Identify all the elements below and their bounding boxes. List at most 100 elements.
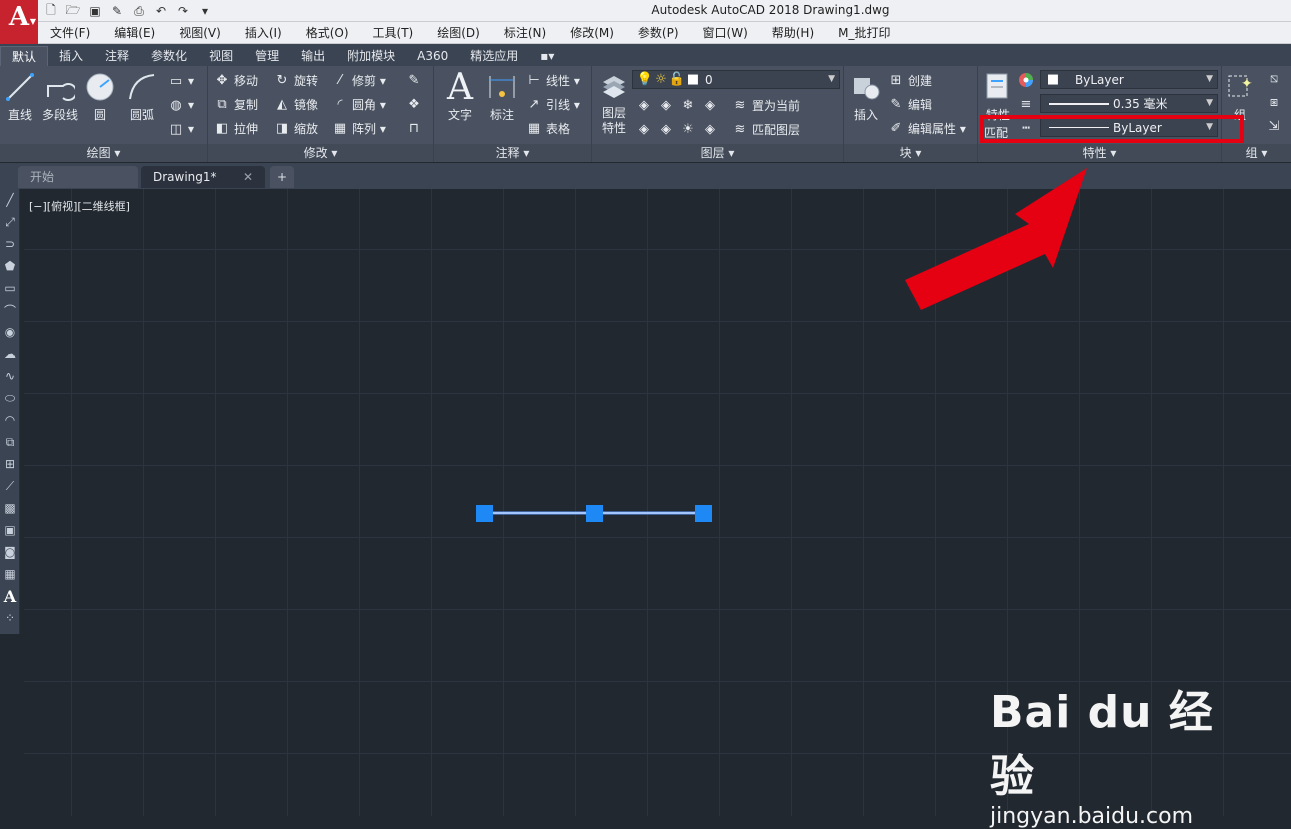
ellipse-arc-icon[interactable]: ◠ [0,409,20,431]
xline-icon[interactable]: ⤢ [0,211,20,233]
selected-line-object[interactable] [470,500,720,528]
create-block-button[interactable]: ⊞ 创建 [888,69,932,91]
application-menu-button[interactable]: A ▼ [0,0,38,44]
panel-modify-title[interactable]: 修改 ▾ [208,144,433,162]
polyline-button[interactable]: 多段线 [38,70,82,123]
circle-icon[interactable]: ◉ [0,321,20,343]
explode-button[interactable]: ❖ [406,93,422,115]
menu-draw[interactable]: 绘图(D) [425,22,492,44]
new-tab-button[interactable]: + [270,166,294,188]
tab-manage[interactable]: 管理 [244,46,290,66]
gradient-icon[interactable]: ▣ [0,519,20,541]
tab-addins[interactable]: 附加模块 [336,46,406,66]
menu-tools[interactable]: 工具(T) [361,22,426,44]
layer-on-icon[interactable]: ◈ [636,121,652,137]
leader-button[interactable]: ↗ 引线 ▾ [526,93,580,115]
insert-block-icon[interactable]: ⧉ [0,431,20,453]
file-tab-start[interactable]: 开始 [18,166,138,188]
layer-thaw-icon[interactable]: ☀ [680,121,696,137]
tab-featured-apps[interactable]: 精选应用 [459,46,529,66]
open-icon[interactable]: 🗁 [64,2,82,20]
layer-dropdown[interactable]: 💡 ☼ 🔓 ■ 0 ▼ [632,70,840,89]
rectangle-button[interactable]: ▭ ▾ [168,70,194,92]
make-block-icon[interactable]: ⊞ [0,453,20,475]
fillet-button[interactable]: ◜ 圆角 ▾ [332,93,385,115]
move-button[interactable]: ✥ 移动 [214,69,258,91]
linear-dim-button[interactable]: ⊢ 线性 ▾ [526,69,580,91]
undo-icon[interactable]: ↶ [152,2,170,20]
group-select-icon[interactable]: ⇲ [1266,118,1282,134]
layer-unlock-icon[interactable]: ◈ [702,121,718,137]
panel-layers-title[interactable]: 图层 ▾ [592,144,843,162]
ellipse-icon[interactable]: ⬭ [0,387,20,409]
add-selected-icon[interactable]: ⁘ [0,607,20,629]
insert-block-button[interactable]: 插入 [846,70,886,123]
table-icon[interactable]: ▦ [0,563,20,585]
plot-icon[interactable]: ⎙ [130,2,148,20]
set-current-button[interactable]: ≋ 置为当前 [732,94,800,116]
line-icon[interactable]: ╱ [0,189,20,211]
menu-parametric[interactable]: 参数(P) [626,22,691,44]
tab-more[interactable]: ▪▾ [529,46,565,66]
layer-freeze-icon[interactable]: ❄ [680,97,696,113]
menu-view[interactable]: 视图(V) [167,22,233,44]
table-button[interactable]: ▦ 表格 [526,117,570,139]
group-edit-icon[interactable]: ⧆ [1266,94,1282,110]
redo-icon[interactable]: ↷ [174,2,192,20]
layer-unisolate-icon[interactable]: ◈ [658,121,674,137]
menu-batch-plot[interactable]: M_批打印 [826,22,902,44]
menu-dimension[interactable]: 标注(N) [492,22,558,44]
customize-icon[interactable]: ▾ [196,2,214,20]
close-icon[interactable]: ✕ [243,166,253,188]
menu-insert[interactable]: 插入(I) [233,22,294,44]
array-button[interactable]: ▦ 阵列 ▾ [332,117,386,139]
spline-icon[interactable]: ∿ [0,365,20,387]
erase-button[interactable]: ✎ [406,69,422,91]
menu-format[interactable]: 格式(O) [294,22,361,44]
tab-default[interactable]: 默认 [0,46,49,66]
circle-button[interactable]: 圆 [80,70,120,123]
tab-parametric[interactable]: 参数化 [140,46,198,66]
color-dropdown[interactable]: ■ ByLayer ▼ [1040,70,1218,89]
grip-end[interactable] [695,505,712,522]
lineweight-dropdown[interactable]: 0.35 毫米 ▼ [1040,94,1218,113]
scale-button[interactable]: ◨ 缩放 [274,117,318,139]
offset-button[interactable]: ⊓ [406,117,422,139]
rotate-button[interactable]: ↻ 旋转 [274,69,318,91]
polyline-icon[interactable]: ⊃ [0,233,20,255]
panel-annotation-title[interactable]: 注释 ▾ [434,144,591,162]
arc-icon[interactable]: ⌒ [0,299,20,321]
tab-annotate[interactable]: 注释 [94,46,140,66]
panel-group-title[interactable]: 组 ▾ [1222,144,1291,162]
hatch-icon[interactable]: ▩ [0,497,20,519]
arc-button[interactable]: 圆弧 [122,70,162,123]
viewport-controls[interactable]: [−][俯视][二维线框] [29,198,130,214]
mtext-icon[interactable]: A [0,585,20,607]
layer-off-icon[interactable]: ◈ [636,97,652,113]
save-icon[interactable]: ▣ [86,2,104,20]
text-button[interactable]: A 文字 [440,67,480,123]
tab-insert[interactable]: 插入 [48,46,94,66]
layer-lock-icon[interactable]: ◈ [702,97,718,113]
layer-isolate-icon[interactable]: ◈ [658,97,674,113]
point-icon[interactable]: ⟋ [0,475,20,497]
polygon-icon[interactable]: ⬟ [0,255,20,277]
line-button[interactable]: 直线 [0,70,40,123]
grip-start[interactable] [476,505,493,522]
new-icon[interactable]: 🗋 [42,2,60,20]
dimension-button[interactable]: 标注 [482,70,522,123]
match-layer-button[interactable]: ≋ 匹配图层 [732,118,800,140]
menu-modify[interactable]: 修改(M) [558,22,626,44]
menu-help[interactable]: 帮助(H) [760,22,826,44]
boundary-button[interactable]: ◫ ▾ [168,118,194,140]
edit-block-button[interactable]: ✎ 编辑 [888,93,932,115]
rectangle-icon[interactable]: ▭ [0,277,20,299]
trim-button[interactable]: ⁄ 修剪 ▾ [332,69,386,91]
stretch-button[interactable]: ◧ 拉伸 [214,117,258,139]
mirror-button[interactable]: ◭ 镜像 [274,93,318,115]
saveas-icon[interactable]: ✎ [108,2,126,20]
menu-window[interactable]: 窗口(W) [691,22,760,44]
edit-attributes-button[interactable]: ✐ 编辑属性 ▾ [888,117,966,139]
layer-properties-button[interactable]: 图层 特性 [594,70,634,136]
hatch-button[interactable]: ◍ ▾ [168,94,194,116]
